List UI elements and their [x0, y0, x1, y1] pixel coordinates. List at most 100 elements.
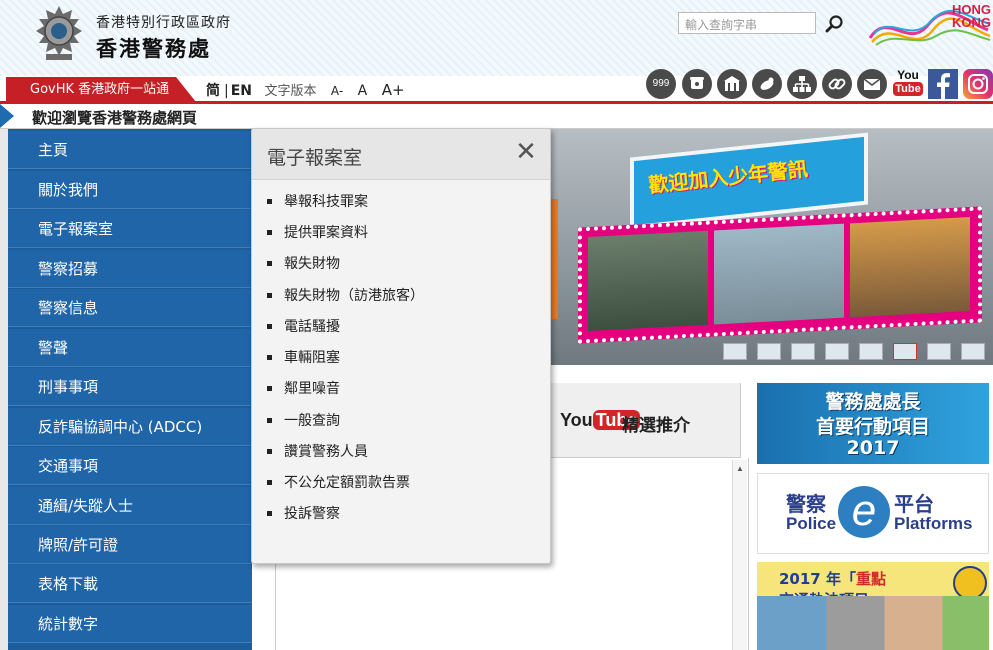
- bullet-icon: [267, 230, 272, 235]
- popup-item-label: 提供罪案資料: [284, 225, 368, 241]
- popup-item-general-enquiry[interactable]: 一般查詢: [267, 410, 537, 434]
- banner-text: 平台: [894, 492, 934, 516]
- banner-thumbnails: [723, 343, 988, 360]
- phone-icon[interactable]: [682, 69, 712, 99]
- sidebar-item-adcc[interactable]: 反詐騙協調中心 (ADCC): [8, 408, 252, 446]
- welcome-arrow-icon: [0, 104, 14, 128]
- instagram-icon[interactable]: [963, 69, 993, 99]
- youtube-featured-tab[interactable]: You Tube 精選推介: [550, 383, 741, 458]
- bullet-icon: [267, 261, 272, 266]
- popup-item-label: 舉報科技罪案: [284, 194, 368, 210]
- youtube-icon[interactable]: You Tube: [893, 69, 923, 99]
- popup-item-label: 報失財物: [284, 256, 340, 272]
- popup-item-lost-property[interactable]: 報失財物: [267, 253, 537, 277]
- police-badge-logo[interactable]: [32, 4, 86, 62]
- sidebar-item-forms[interactable]: 表格下載: [8, 565, 252, 603]
- govhk-link[interactable]: GovHK 香港政府一站通: [6, 77, 196, 102]
- search-input[interactable]: 輸入查詢字串: [678, 12, 816, 34]
- sidebar-item-police-info[interactable]: 警察信息: [8, 289, 252, 327]
- youtube-logo-you: You: [560, 410, 593, 430]
- gov-name: 香港特別行政區政府: [96, 15, 231, 31]
- sidebar-edge: [0, 129, 8, 650]
- banner-text: Platforms: [894, 514, 973, 533]
- popup-item-complaint[interactable]: 投訴警察: [267, 503, 537, 527]
- popup-item-label: 電話騷擾: [284, 319, 340, 335]
- font-small-button[interactable]: A-: [331, 84, 343, 98]
- popup-item-unfair-ticket[interactable]: 不公允定額罰款告票: [267, 472, 537, 496]
- banner-thumb[interactable]: [859, 343, 883, 360]
- sidebar-item-about[interactable]: 關於我們: [8, 171, 252, 209]
- banner-thumb[interactable]: [927, 343, 951, 360]
- bullet-icon: [267, 480, 272, 485]
- bullet-icon: [267, 449, 272, 454]
- popup-item-crime-info[interactable]: 提供罪案資料: [267, 222, 537, 246]
- close-icon[interactable]: ✕: [514, 138, 538, 166]
- sidebar-item-recruitment[interactable]: 警察招募: [8, 250, 252, 288]
- divider: |: [224, 83, 229, 99]
- popup-title: 電子報案室: [267, 147, 363, 169]
- popup-item-label: 投訴警察: [284, 506, 340, 522]
- banner-photo: [588, 230, 708, 332]
- lang-english-link[interactable]: EN: [231, 83, 252, 99]
- banner-text: 警察: [786, 492, 826, 516]
- popup-item-vehicle-obstruction[interactable]: 車輛阻塞: [267, 347, 537, 371]
- e-report-popup: 電子報案室 ✕ 舉報科技罪案 提供罪案資料 報失財物 報失財物（訪港旅客） 電話…: [251, 128, 551, 564]
- bullet-icon: [267, 355, 272, 360]
- e-logo-icon: e: [838, 486, 890, 538]
- font-medium-button[interactable]: A: [358, 83, 368, 99]
- banner-text-highlight: 重點: [855, 570, 886, 588]
- font-large-button[interactable]: A+: [382, 81, 405, 99]
- traffic-logo-icon: [953, 566, 987, 600]
- sidebar-nav: 主頁 關於我們 電子報案室 警察招募 警察信息 警聲 刑事事項 反詐騙協調中心 …: [0, 129, 252, 650]
- emergency-999-icon[interactable]: 999: [646, 69, 676, 99]
- banner-thumb[interactable]: [893, 343, 917, 360]
- link-icon[interactable]: [822, 69, 852, 99]
- site-title[interactable]: 香港警務處: [96, 33, 211, 63]
- popup-item-label: 車輛阻塞: [284, 350, 340, 366]
- sidebar-item-licences[interactable]: 牌照/許可證: [8, 526, 252, 564]
- popup-item-tech-crime[interactable]: 舉報科技罪案: [267, 191, 537, 215]
- sidebar-item-e-report[interactable]: 電子報案室: [8, 210, 252, 248]
- banner-thumb[interactable]: [757, 343, 781, 360]
- sidebar-item-statistics[interactable]: 統計數字: [8, 605, 252, 643]
- popup-item-label: 鄰里噪音: [284, 381, 340, 397]
- banner-line: 警務處處長: [825, 391, 921, 413]
- brand-hk-logo[interactable]: HONG KONG: [868, 0, 993, 50]
- mail-icon[interactable]: [857, 69, 887, 99]
- banner-photos: [578, 206, 982, 344]
- hero-banner[interactable]: 歡迎加入少年警訊: [548, 129, 993, 365]
- banner-line: 首要行動項目: [815, 416, 930, 438]
- sitemap-icon[interactable]: [787, 69, 817, 99]
- police-e-platforms-banner[interactable]: 警察 Police e 平台 Platforms: [757, 473, 989, 554]
- popup-item-compliment[interactable]: 讚賞警務人員: [267, 441, 537, 465]
- sidebar-item-home[interactable]: 主頁: [8, 131, 252, 169]
- popup-item-phone-nuisance[interactable]: 電話騷擾: [267, 316, 537, 340]
- facebook-icon[interactable]: [928, 69, 958, 99]
- commissioner-priorities-banner[interactable]: 警務處處長 首要行動項目 2017: [757, 383, 989, 464]
- sidebar-item-offbeat[interactable]: 警聲: [8, 329, 252, 367]
- sidebar-item-wanted-missing[interactable]: 通緝/失蹤人士: [8, 487, 252, 525]
- banner-thumb[interactable]: [791, 343, 815, 360]
- site-header: 香港特別行政區政府 香港警務處 輸入查詢字串 HONG KONG: [0, 0, 993, 76]
- popup-item-neighbour-noise[interactable]: 鄰里噪音: [267, 378, 537, 402]
- search-icon[interactable]: [825, 14, 845, 34]
- sidebar-item-traffic[interactable]: 交通事項: [8, 447, 252, 485]
- traffic-enforcement-banner[interactable]: 2017 年「重點交通執法項目」: [757, 562, 989, 650]
- scroll-up-icon[interactable]: ▲: [736, 464, 744, 473]
- bullet-icon: [267, 324, 272, 329]
- popup-item-label: 報失財物（訪港旅客）: [284, 288, 424, 304]
- text-version-link[interactable]: 文字版本: [264, 84, 316, 99]
- banner-text: Police: [786, 514, 837, 533]
- handshake-icon[interactable]: [752, 69, 782, 99]
- building-icon[interactable]: [717, 69, 747, 99]
- banner-photos: [757, 596, 989, 650]
- banner-thumb[interactable]: [825, 343, 849, 360]
- scrollbar[interactable]: ▲: [732, 460, 747, 650]
- popup-item-lost-property-visitors[interactable]: 報失財物（訪港旅客）: [267, 285, 537, 309]
- banner-thumb[interactable]: [723, 343, 747, 360]
- youtube-icon-top: You: [897, 68, 919, 82]
- banner-thumb[interactable]: [961, 343, 985, 360]
- sidebar-item-crime-matters[interactable]: 刑事事項: [8, 368, 252, 406]
- lang-simplified-link[interactable]: 简: [206, 83, 220, 99]
- bullet-icon: [267, 511, 272, 516]
